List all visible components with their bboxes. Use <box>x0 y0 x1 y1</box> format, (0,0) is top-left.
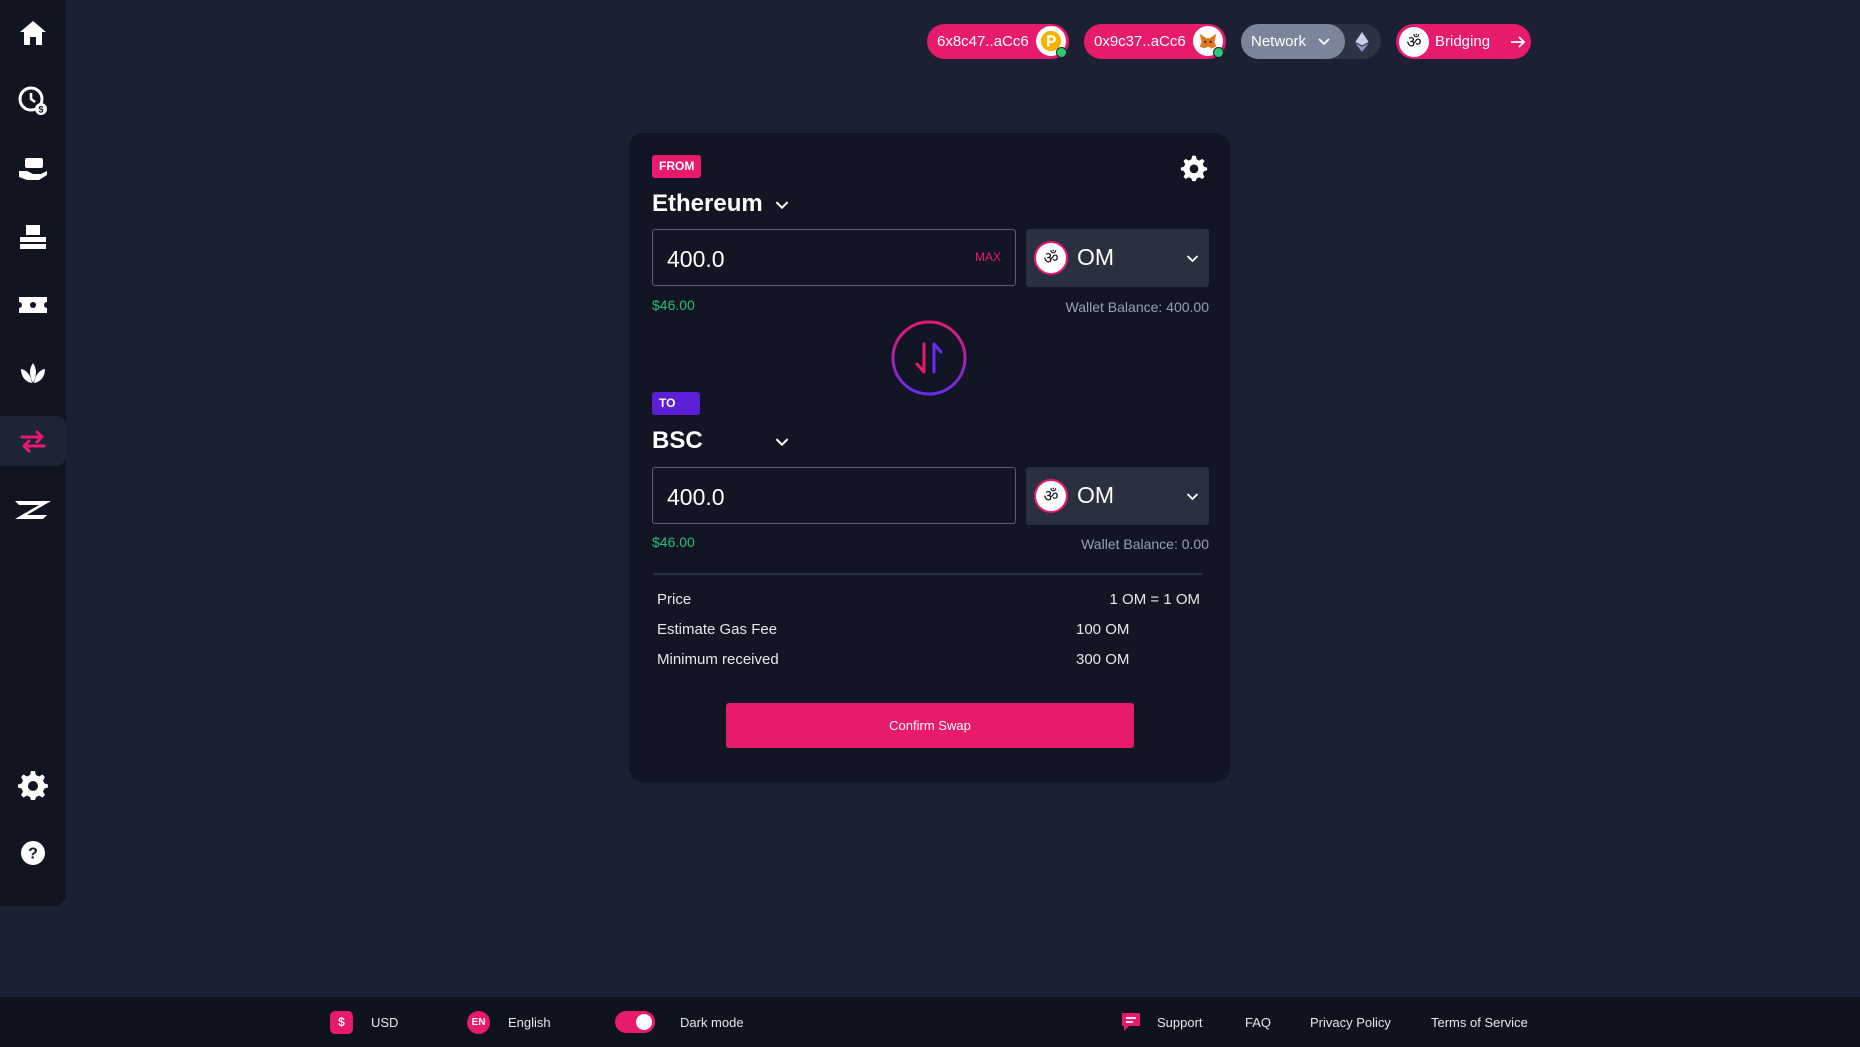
dollar-icon: $ <box>330 1010 353 1034</box>
bridging-label: Bridging <box>1435 33 1491 50</box>
to-amount-field[interactable] <box>652 467 1016 524</box>
sidebar-item-home[interactable] <box>0 8 66 58</box>
svg-text:$: $ <box>38 105 43 115</box>
language-label: English <box>508 1014 551 1030</box>
faq-label: FAQ <box>1245 1014 1272 1030</box>
chevron-down-icon <box>1186 493 1199 501</box>
minimum-received-label: Minimum received <box>657 651 779 668</box>
arrow-right-icon <box>1511 35 1526 48</box>
support-link[interactable]: Support <box>1119 997 1203 1047</box>
chevron-down-icon <box>775 201 789 210</box>
sidebar-item-help[interactable]: ? <box>0 828 66 878</box>
footer: $ USD EN English Dark mode Support FAQ P… <box>0 997 1860 1047</box>
network-label: Network <box>1251 33 1307 50</box>
to-usd-value: $46.00 <box>652 534 695 550</box>
help-icon: ? <box>21 841 45 865</box>
gas-fee-value: 100 OM <box>1076 621 1130 638</box>
wallet-metamask-button[interactable]: 0x9c37..aCc6 <box>1084 24 1226 59</box>
wallet-address: 0x9c37..aCc6 <box>1094 33 1186 50</box>
terms-of-service-label: Terms of Service <box>1431 1014 1528 1030</box>
currency-selector[interactable]: $ USD <box>330 997 398 1047</box>
sidebar-item-staking[interactable]: $ <box>0 76 66 126</box>
dark-mode-control: Dark mode <box>615 997 744 1047</box>
ethereum-icon <box>1355 32 1369 52</box>
home-icon <box>20 21 46 45</box>
to-tag: TO <box>652 392 700 415</box>
connected-status-dot <box>1056 47 1067 58</box>
terms-of-service-link[interactable]: Terms of Service <box>1431 997 1528 1047</box>
to-token-name: OM <box>1077 482 1115 508</box>
max-button[interactable]: MAX <box>975 250 1001 264</box>
swap-vertical-icon <box>915 342 943 374</box>
connected-status-dot <box>1213 47 1224 58</box>
divider <box>653 573 1202 575</box>
chevron-down-icon <box>1186 255 1199 263</box>
from-usd-value: $46.00 <box>652 297 695 313</box>
hand-money-icon <box>19 158 47 180</box>
wallet-polkadot-button[interactable]: 6x8c47..aCc6 <box>927 24 1069 59</box>
to-chain-name: BSC <box>652 427 703 454</box>
sidebar-item-tickets[interactable] <box>0 280 66 330</box>
svg-text:ॐ: ॐ <box>1043 249 1058 268</box>
privacy-policy-label: Privacy Policy <box>1310 1014 1391 1030</box>
sidebar-item-lotus[interactable] <box>0 348 66 398</box>
lotus-icon <box>21 363 45 383</box>
z-logo-icon <box>15 501 51 519</box>
network-dropdown[interactable]: Network <box>1241 24 1345 59</box>
from-amount-input[interactable] <box>665 240 969 278</box>
svg-text:ॐ: ॐ <box>1043 487 1058 506</box>
chevron-down-icon <box>775 438 789 447</box>
swap-arrows-icon <box>20 430 46 453</box>
sidebar-item-lending[interactable] <box>0 144 66 194</box>
swap-card: FROM Ethereum MAX ॐ OM $46.00 Wallet Bal… <box>629 133 1230 782</box>
privacy-policy-link[interactable]: Privacy Policy <box>1310 997 1391 1047</box>
svg-text:ॐ: ॐ <box>1406 32 1421 51</box>
chevron-down-icon <box>1318 37 1330 45</box>
stack-icon <box>20 225 46 249</box>
sidebar-item-swap[interactable] <box>0 416 66 466</box>
from-chain-selector[interactable]: Ethereum <box>652 188 852 222</box>
bridging-button[interactable]: ॐ Bridging <box>1396 24 1531 59</box>
sidebar-item-settings[interactable] <box>0 760 66 810</box>
switch-direction-button[interactable] <box>899 328 959 388</box>
from-token-selector[interactable]: ॐ OM <box>1026 229 1209 287</box>
support-label: Support <box>1157 1014 1203 1030</box>
dark-mode-label: Dark mode <box>680 1014 744 1030</box>
to-chain-selector[interactable]: BSC <box>652 425 792 459</box>
chat-bubble-icon <box>1122 1013 1140 1031</box>
om-token-icon: ॐ <box>1399 26 1429 57</box>
price-label: Price <box>657 591 692 608</box>
from-amount-field[interactable]: MAX <box>652 229 1016 286</box>
settings-gear-icon <box>18 771 48 800</box>
om-token-icon: ॐ <box>1034 241 1068 275</box>
from-tag: FROM <box>652 155 702 178</box>
settings-gear-icon[interactable] <box>1180 154 1208 182</box>
to-amount-input[interactable] <box>665 478 969 516</box>
faq-link[interactable]: FAQ <box>1245 997 1271 1047</box>
svg-text:?: ? <box>28 846 38 863</box>
price-value: 1 OM = 1 OM <box>1109 591 1200 608</box>
network-selector[interactable]: Network <box>1241 24 1381 59</box>
confirm-swap-button[interactable]: Confirm Swap <box>726 703 1134 748</box>
to-wallet-balance: Wallet Balance: 0.00 <box>1081 536 1209 552</box>
from-token-name: OM <box>1077 244 1115 270</box>
om-token-icon: ॐ <box>1034 479 1068 513</box>
gas-fee-label: Estimate Gas Fee <box>657 621 778 638</box>
sidebar: $ ? <box>0 0 66 906</box>
dark-mode-toggle[interactable] <box>615 1011 655 1033</box>
staking-clock-icon: $ <box>18 86 47 115</box>
ticket-icon <box>19 297 47 313</box>
language-selector[interactable]: EN English <box>467 997 551 1047</box>
sidebar-item-zoth[interactable] <box>0 484 66 534</box>
minimum-received-value: 300 OM <box>1076 651 1130 668</box>
wallet-address: 6x8c47..aCc6 <box>937 33 1029 50</box>
language-icon: EN <box>467 1010 490 1034</box>
sidebar-item-pools[interactable] <box>0 212 66 262</box>
currency-label: USD <box>371 1014 399 1030</box>
to-token-selector[interactable]: ॐ OM <box>1026 467 1209 525</box>
from-chain-name: Ethereum <box>652 190 763 217</box>
